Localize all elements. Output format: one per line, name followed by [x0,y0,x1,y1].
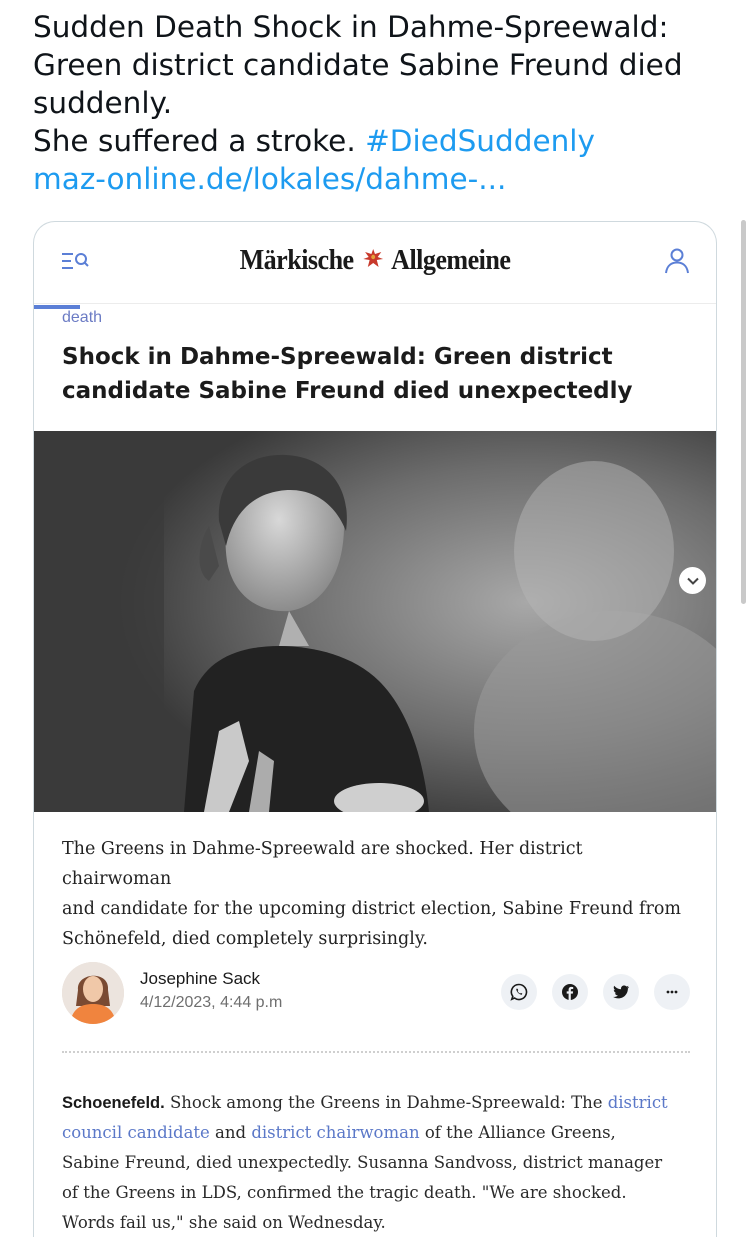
section-divider [62,1051,690,1053]
teaser-line-1: The Greens in Dahme-Spreewald are shocke… [62,839,583,889]
body-text-2: and [209,1123,252,1142]
photo-expand-button[interactable] [679,567,706,594]
article-body: Schoenefeld. Shock among the Greens in D… [62,1088,694,1237]
teaser-line-3: Schönefeld, died completely surprisingly… [62,929,428,949]
publish-date: 4/12/2023, 4:44 p.m [140,994,283,1011]
twitter-share-button[interactable] [603,974,639,1010]
body-line-1: Schoenefeld. Shock among the Greens in D… [62,1088,694,1148]
twitter-icon [613,985,629,999]
tweet-line-4: She suffered a stroke. #DiedSuddenly [33,122,723,160]
scrollbar[interactable] [741,220,746,604]
teaser-line-2: and candidate for the upcoming district … [62,899,681,919]
whatsapp-icon [510,983,528,1001]
logo-left-word: Märkische [239,244,355,276]
link-preview-card[interactable]: Märkische Allgemeine death Shock in Dahm… [33,221,717,1237]
author-avatar[interactable] [62,962,124,1024]
district-chairwoman-link[interactable]: district chairwoman [251,1123,419,1142]
eagle-crest-icon [361,246,384,272]
body-line-5: Words fail us," she said on Wednesday. [62,1213,386,1232]
body-text-1: Shock among the Greens in Dahme-Spreewal… [164,1093,608,1112]
article-headline: Shock in Dahme-Spreewald: Green district… [62,340,692,408]
headline-line-2: candidate Sabine Freund died unexpectedl… [62,378,633,404]
author-name[interactable]: Josephine Sack [140,969,260,989]
category-label[interactable]: death [62,309,102,327]
article-photo [34,431,716,812]
chevron-down-icon [686,577,699,585]
tweet-line-3: suddenly. [33,86,173,120]
more-icon [666,990,678,994]
hashtag-link[interactable]: #DiedSuddenly [365,124,595,158]
tweet-line-2: Green district candidate Sabine Freund d… [33,48,683,82]
site-logo[interactable]: Märkische Allgemeine [68,244,682,277]
whatsapp-share-button[interactable] [501,974,537,1010]
body-line-4: of the Greens in LDS, confirmed the trag… [62,1183,627,1202]
article-url-link[interactable]: maz-online.de/lokales/dahme-... [33,160,723,198]
user-icon[interactable] [664,247,690,275]
facebook-share-button[interactable] [552,974,588,1010]
article-teaser: The Greens in Dahme-Spreewald are shocke… [62,834,692,954]
body-line-3: Sabine Freund, died unexpectedly. Susann… [62,1153,663,1172]
tweet-line-4-text: She suffered a stroke. [33,124,366,158]
site-header: Märkische Allgemeine [34,222,716,304]
tweet-line-1: Sudden Death Shock in Dahme-Spreewald: [33,10,669,44]
dateline: Schoenefeld. [62,1094,165,1112]
body-text-3: of the Alliance Greens, [419,1123,616,1142]
more-share-button[interactable] [654,974,690,1010]
tweet-text: Sudden Death Shock in Dahme-Spreewald: G… [33,8,723,198]
logo-right-word: Allgemeine [391,244,511,276]
facebook-icon [562,984,578,1000]
headline-line-1: Shock in Dahme-Spreewald: Green district [62,344,613,370]
